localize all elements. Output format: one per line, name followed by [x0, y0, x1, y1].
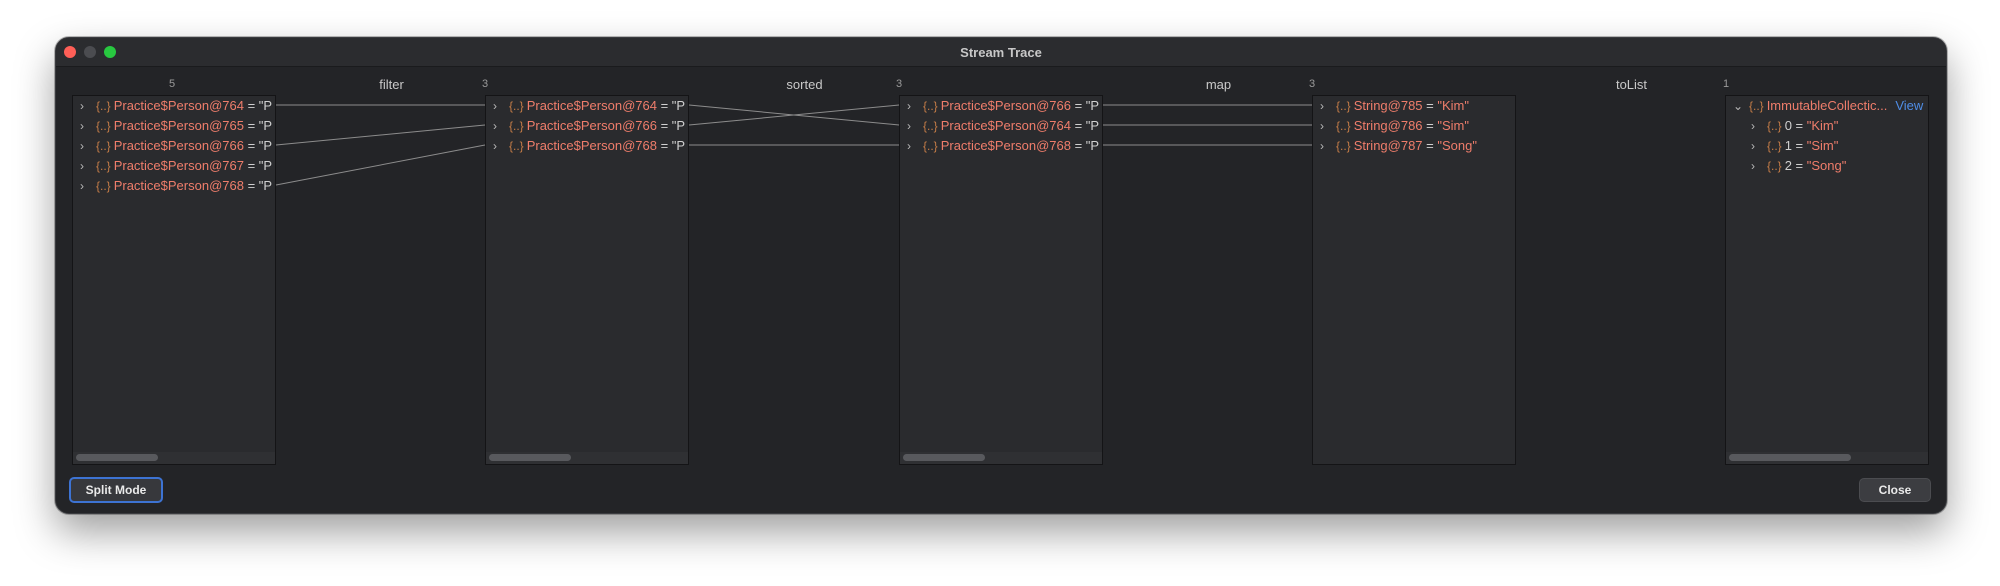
stream-trace-window: Stream Trace 5 3 3 3 1 filter sorted map…: [55, 37, 1947, 514]
close-button[interactable]: Close: [1859, 478, 1931, 502]
trace-connections: [275, 104, 1312, 186]
connector-line: [275, 144, 486, 186]
connector-line: [275, 124, 486, 146]
split-mode-button[interactable]: Split Mode: [69, 477, 163, 503]
